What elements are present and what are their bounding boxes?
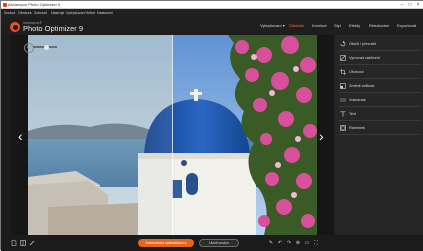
- auto-optimize-button[interactable]: Automatická optimalizace ▸: [138, 239, 194, 247]
- zoom-icon[interactable]: ⊕: [294, 239, 302, 247]
- menu-settings[interactable]: Nastavení: [97, 9, 113, 17]
- tool-text[interactable]: Text: [335, 107, 423, 121]
- frame-icon: [340, 125, 346, 131]
- menu-bar: Soubor Obrázek Zobrazit Nástroje Vylepšo…: [1, 9, 423, 17]
- minimize-button[interactable]: –: [398, 1, 406, 9]
- tab-retouch[interactable]: Retušování: [369, 23, 389, 29]
- tool-watermark[interactable]: Vodoznak: [335, 93, 423, 107]
- tool-straighten[interactable]: Vyrovnat zakřivení: [335, 51, 423, 65]
- menu-enhance[interactable]: Vylepšovaní: [66, 9, 85, 17]
- compare-icon[interactable]: [20, 240, 26, 246]
- resize-icon: [340, 83, 346, 89]
- previous-arrow-icon[interactable]: ‹: [18, 129, 23, 143]
- fit-icon[interactable]: ▭: [303, 239, 311, 247]
- tool-resize[interactable]: Změnit velikost: [335, 79, 423, 93]
- watermark-icon: [340, 98, 346, 102]
- tools-panel: Otočit / převrátit Vyrovnat zakřivení Oř…: [335, 35, 423, 235]
- tab-basic[interactable]: Základní: [289, 23, 304, 29]
- menu-view[interactable]: Zobrazit: [34, 9, 47, 17]
- app-header: Ashampoo® Photo Optimizer 9 Vylepšovaní …: [1, 17, 423, 35]
- redo-icon[interactable]: ↷: [285, 239, 293, 247]
- window-title: Ashampoo Photo Optimizer 9: [8, 2, 61, 7]
- crop-icon: [340, 69, 346, 75]
- tab-enhance[interactable]: Vylepšovaní ▾: [260, 23, 285, 29]
- ashampoo-logo-icon: [10, 22, 20, 32]
- menu-image[interactable]: Obrázek: [18, 9, 32, 17]
- undo-icon[interactable]: ↺: [24, 43, 34, 53]
- straighten-icon: [340, 55, 346, 61]
- app-icon: [3, 3, 7, 7]
- tool-label: Změnit velikost: [349, 84, 375, 88]
- tab-effects[interactable]: Efekty: [349, 23, 360, 29]
- bottom-toolbar: Automatická optimalizace ▸ Uložit soubor…: [1, 235, 423, 251]
- app-name: Photo Optimizer 9: [23, 24, 84, 33]
- rotate-icon: [340, 41, 346, 47]
- tool-rotate[interactable]: Otočit / převrátit: [335, 37, 423, 51]
- title-bar: Ashampoo Photo Optimizer 9 – □ ×: [1, 1, 423, 9]
- tool-label: Text: [349, 112, 356, 116]
- tool-label: Rámeček: [349, 126, 366, 130]
- tool-label: Oříznout: [349, 70, 364, 74]
- tab-export[interactable]: Exportovat: [397, 23, 416, 29]
- tool-label: Otočit / převrátit: [349, 42, 376, 46]
- save-file-button[interactable]: Uložit soubor: [199, 239, 239, 247]
- tool-frame[interactable]: Rámeček: [335, 121, 423, 135]
- tab-corrections[interactable]: Korekce: [312, 23, 327, 29]
- tool-crop[interactable]: Oříznout: [335, 65, 423, 79]
- close-button[interactable]: ×: [414, 1, 422, 9]
- image-canvas[interactable]: ↺ ‹ ›: [11, 35, 333, 235]
- tool-label: Vodoznak: [349, 98, 366, 102]
- menu-file[interactable]: Soubor: [4, 9, 16, 17]
- menu-tools[interactable]: Nástroje: [51, 9, 64, 17]
- next-arrow-icon[interactable]: ›: [319, 129, 324, 143]
- menu-share[interactable]: Sdílet: [86, 9, 95, 17]
- maximize-button[interactable]: □: [406, 1, 414, 9]
- paint-icon[interactable]: [29, 240, 35, 246]
- tool-label: Vyrovnat zakřivení: [349, 56, 381, 60]
- compare-slider[interactable]: [33, 44, 57, 50]
- compare-divider[interactable]: [172, 35, 173, 235]
- app-window: Ashampoo Photo Optimizer 9 – □ × Soubor …: [0, 0, 423, 251]
- brush-icon[interactable]: ✎: [267, 239, 275, 247]
- tab-style[interactable]: Styl: [334, 23, 341, 29]
- fullscreen-icon[interactable]: ⛶: [312, 239, 320, 247]
- file-icon[interactable]: [11, 240, 17, 246]
- undo-icon[interactable]: ↶: [276, 239, 284, 247]
- text-icon: [340, 111, 346, 117]
- slider-knob[interactable]: [44, 44, 49, 50]
